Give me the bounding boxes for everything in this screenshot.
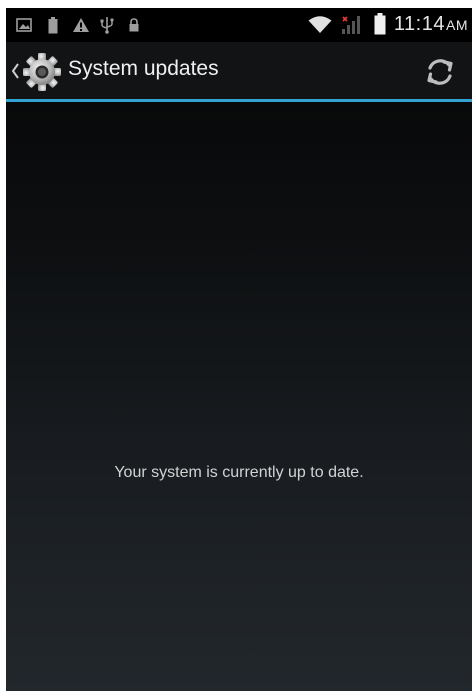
status-bar: 11:14AM [6,8,472,42]
image-icon [16,18,32,32]
status-clock-ampm: AM [446,17,468,33]
no-signal-icon [342,16,360,34]
page-title: System updates [68,57,219,80]
action-bar: System updates [6,42,472,102]
back-chevron-icon[interactable] [10,62,20,80]
action-bar-divider [6,99,472,102]
device-screen: 11:14AM System updates Your system is cu… [6,8,472,691]
battery-icon [374,13,386,35]
refresh-icon[interactable] [422,54,458,90]
battery-small-icon [48,17,58,34]
status-clock: 11:14AM [393,13,468,35]
warning-icon [73,18,89,32]
wifi-icon [308,16,332,33]
settings-gear-icon[interactable] [22,52,62,92]
usb-icon [100,17,114,34]
update-status-message: Your system is currently up to date. [114,464,364,481]
lock-icon [129,18,139,32]
